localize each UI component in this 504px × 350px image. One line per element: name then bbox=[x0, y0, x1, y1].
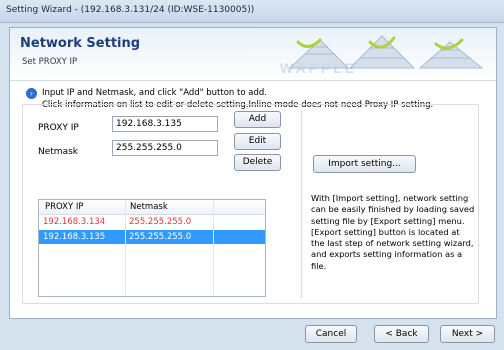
row-netmask: 255.255.255.0 bbox=[129, 217, 192, 227]
column-divider bbox=[213, 200, 214, 296]
setting-wizard-window: Setting Wizard - (192.168.3.131/24 (ID:W… bbox=[0, 0, 504, 350]
edit-button[interactable]: Edit bbox=[234, 133, 281, 150]
description-line: can be easily finished by loading saved bbox=[311, 204, 475, 215]
description-line: file. bbox=[311, 260, 327, 271]
proxy-ip-input[interactable] bbox=[112, 116, 218, 132]
netmask-input[interactable] bbox=[112, 140, 218, 156]
page-subtitle: Set PROXY IP bbox=[22, 57, 78, 67]
row-proxy-ip: 192.168.3.135 bbox=[43, 232, 106, 242]
info-bullet-icon: › bbox=[26, 88, 37, 99]
list-header: PROXY IP Netmask bbox=[39, 200, 265, 215]
proxy-list[interactable]: PROXY IP Netmask 192.168.3.134 255.255.2… bbox=[38, 199, 266, 297]
cancel-button[interactable]: Cancel bbox=[305, 325, 357, 343]
column-header-netmask: Netmask bbox=[130, 202, 168, 212]
column-divider bbox=[125, 200, 126, 296]
delete-button[interactable]: Delete bbox=[234, 154, 281, 171]
column-header-proxy-ip: PROXY IP bbox=[45, 202, 84, 212]
proxy-settings-group: PROXY IP Netmask Add Edit Delete PROXY I… bbox=[22, 104, 479, 304]
window-title: Setting Wizard - (192.168.3.131/24 (ID:W… bbox=[6, 5, 255, 15]
next-button[interactable]: Next > bbox=[440, 325, 495, 343]
proxy-ip-label: PROXY IP bbox=[38, 123, 79, 133]
list-row-selected[interactable]: 192.168.3.135 255.255.255.0 bbox=[39, 230, 265, 244]
import-setting-button[interactable]: Import setting... bbox=[313, 155, 416, 173]
list-row[interactable]: 192.168.3.134 255.255.255.0 bbox=[39, 215, 265, 229]
add-button[interactable]: Add bbox=[234, 111, 281, 128]
banner-graphic: WAPPLE bbox=[250, 28, 496, 80]
page-header: Network Setting Set PROXY IP WAPPLE bbox=[10, 28, 496, 81]
description-line: [Export setting] button is located at bbox=[311, 226, 460, 237]
title-bar[interactable]: Setting Wizard - (192.168.3.131/24 (ID:W… bbox=[0, 0, 504, 23]
row-netmask: 255.255.255.0 bbox=[129, 232, 192, 242]
netmask-label: Netmask bbox=[38, 147, 78, 157]
back-button[interactable]: < Back bbox=[374, 325, 429, 343]
description-line: and exports setting information as a bbox=[311, 249, 463, 260]
import-description: With [Import setting], network setting c… bbox=[311, 193, 481, 272]
description-line: setting file by [Export setting] menu. bbox=[311, 215, 465, 226]
page-title: Network Setting bbox=[20, 36, 141, 51]
description-line: With [Import setting], network setting bbox=[311, 193, 469, 203]
instruction-line-1: Input IP and Netmask, and click "Add" bu… bbox=[42, 88, 267, 98]
row-proxy-ip: 192.168.3.134 bbox=[43, 217, 106, 227]
section-divider bbox=[301, 111, 302, 297]
wizard-footer: Cancel < Back Next > bbox=[0, 317, 504, 350]
description-line: the last step of network setting wizard, bbox=[311, 238, 474, 249]
